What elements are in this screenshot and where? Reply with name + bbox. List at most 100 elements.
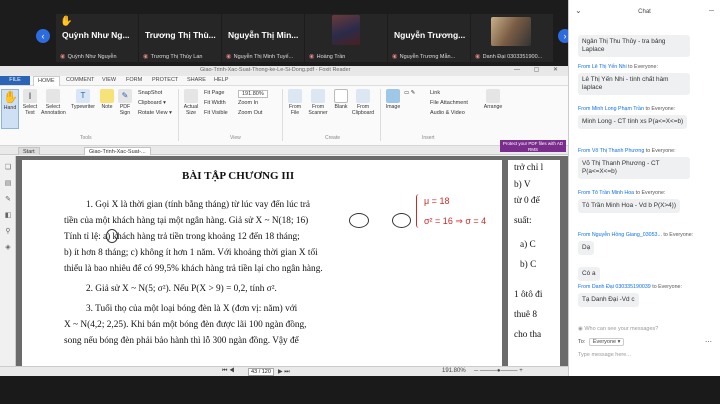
ink-circle: [349, 213, 369, 228]
participant-tile[interactable]: Danh Đại 0303351900...: [471, 14, 553, 62]
menu-form[interactable]: FORM: [126, 77, 142, 83]
text-line: b) ít hơn 8 tháng; c) không ít hơn 1 năm…: [64, 248, 318, 258]
blank-button[interactable]: Blank: [332, 89, 350, 110]
file-icon: [288, 89, 302, 103]
select-annotation-button[interactable]: Select Annotation: [41, 89, 66, 116]
fit-page-button[interactable]: Fit Page: [204, 90, 224, 96]
page-number-input[interactable]: 43 / 120: [248, 368, 274, 376]
chat-message-input[interactable]: Type message here...: [578, 352, 631, 358]
tab-document[interactable]: Giao-Trinh-Xac-Suat-...: [84, 147, 151, 155]
participant-tile[interactable]: Nguyễn Thị Min... Nguyễn Thị Minh Tuyế..…: [222, 14, 304, 62]
recipient-select[interactable]: Everyone ▾: [588, 338, 625, 346]
blank-label: Blank: [334, 104, 348, 110]
chat-message: From Minh Long Phạm Trần to Everyone: Mi…: [578, 106, 708, 129]
chat-message: From Danh Đại 03033519003​9 to Everyone:…: [578, 284, 708, 307]
menu-file[interactable]: FILE: [0, 76, 30, 85]
zoom-in-button[interactable]: Zoom In: [238, 100, 258, 106]
who-can-see-label: Who can see your messages?: [584, 326, 659, 332]
text-line: 1 ôtô đi: [514, 290, 543, 300]
fit-width-button[interactable]: Fit Width: [204, 100, 226, 106]
recipient-row: To: Everyone ▾: [578, 338, 625, 346]
status-zoom[interactable]: 191.80%: [442, 368, 466, 374]
ink-circle: [392, 213, 411, 228]
menu-share[interactable]: SHARE: [187, 77, 206, 83]
group-insert-label: Insert: [422, 135, 435, 141]
clipboard-button[interactable]: Clipboard ▾: [138, 100, 166, 106]
typewriter-button[interactable]: T Typewriter: [70, 89, 96, 110]
menu-protect[interactable]: PROTECT: [152, 77, 178, 83]
fit-visible-button[interactable]: Fit Visible: [204, 110, 228, 116]
window-controls[interactable]: — ▢ ✕: [514, 66, 564, 73]
layers-icon[interactable]: ◧: [4, 212, 12, 220]
from-file-label: From File: [288, 104, 302, 116]
group-create-label: Create: [325, 135, 341, 141]
file-attachment-button[interactable]: File Attachment: [430, 100, 468, 106]
signature-icon[interactable]: ◈: [4, 244, 12, 252]
status-bar: ⏮ ◀ 43 / 120 ▶ ⏭ 191.80% ─ ────●──── +: [0, 366, 568, 376]
ink-annotation: σ² = 16 ⇒ σ = 4: [424, 216, 487, 226]
participant-strip: ‹ ✋ Quỳnh Như Ng... Quỳnh Như Nguyễn Trư…: [0, 0, 572, 66]
chat-popout-icon[interactable]: ⌄: [575, 6, 582, 15]
link-button[interactable]: Link: [430, 90, 440, 96]
recipient: to Everyone:: [628, 64, 658, 70]
participant-tile[interactable]: Hoàng Trần: [305, 14, 387, 62]
text-line: thiểu là bao nhiêu để có 99,5% khách hàn…: [64, 264, 323, 274]
menu-help[interactable]: HELP: [214, 77, 228, 83]
image-button[interactable]: Image: [384, 89, 402, 110]
chat-message: From Lê Thị Yến Nhi to Everyone: Lê Thị …: [578, 64, 708, 95]
image-label: Image: [385, 104, 401, 110]
insert-icons: ▭ ✎: [404, 90, 416, 96]
prev-page-arrow-icon[interactable]: ‹: [36, 29, 50, 43]
audio-video-button[interactable]: Audio & Video: [430, 110, 465, 116]
zoom-select[interactable]: 191.80%: [238, 90, 268, 98]
arrange-button[interactable]: Arrange: [482, 89, 504, 110]
clipboard-icon: [356, 89, 370, 103]
actual-size-button[interactable]: Actual Size: [182, 89, 200, 116]
hand-tool-button[interactable]: ✋ Hand: [1, 89, 19, 129]
from-file-button[interactable]: From File: [286, 89, 304, 116]
bookmark-icon[interactable]: ❏: [4, 164, 12, 172]
message-sender: From Nguyễn Hồng Giang_03053... to Every…: [578, 232, 708, 238]
from-clipboard-label: From Clipboard: [351, 104, 375, 116]
participant-tile[interactable]: Trương Thị Thù... Trương Thị Thùy Lan: [139, 14, 221, 62]
from-scanner-button[interactable]: From Scanner: [306, 89, 330, 116]
menu-view[interactable]: VIEW: [102, 77, 116, 83]
participant-name: Quỳnh Như Ng...: [62, 30, 130, 40]
from-clipboard-button[interactable]: From Clipboard: [350, 89, 376, 116]
text-line: từ 0 đế: [514, 196, 540, 206]
pages-icon[interactable]: ▤: [4, 180, 12, 188]
attachment-icon[interactable]: ⚲: [4, 228, 12, 236]
meeting-controls-bar: [0, 376, 720, 404]
pen-icon: ✎: [118, 89, 132, 103]
note-button[interactable]: Note: [98, 89, 116, 110]
participant-tile[interactable]: ✋ Quỳnh Như Ng... Quỳnh Như Nguyễn: [56, 14, 138, 62]
minimize-icon[interactable]: ─: [709, 8, 714, 15]
typewriter-icon: T: [76, 89, 90, 103]
chat-message: Ngân Thị Thu Thủy - tra bảng Laplace: [578, 32, 708, 57]
page-heading: BÀI TẬP CHƯƠNG III: [182, 170, 295, 182]
snapshot-button[interactable]: SnapShot: [138, 90, 162, 96]
who-can-see-link[interactable]: ◉ Who can see your messages?: [578, 326, 658, 332]
typewriter-label: Typewriter: [71, 104, 95, 110]
participant-tile[interactable]: Nguyễn Trương... Nguyễn Trương Mẫn...: [388, 14, 470, 62]
rotate-view-button[interactable]: Rotate View ▾: [138, 110, 172, 116]
zoom-out-button[interactable]: Zoom Out: [238, 110, 262, 116]
page-nav-forward[interactable]: ▶ ⏭: [278, 368, 290, 376]
pdf-sign-button[interactable]: ✎ PDF Sign: [116, 89, 134, 116]
zoom-slider[interactable]: ─ ────●──── +: [474, 368, 523, 374]
window-title: Giao-Trinh-Xac-Suat-Thong-ke-Le-Si-Dong.…: [200, 67, 351, 73]
hand-label: Hand: [3, 105, 17, 111]
text-cursor-icon: I: [23, 89, 37, 103]
protect-pdf-banner[interactable]: Protect your PDF files with AD RMS: [500, 140, 566, 152]
tab-start[interactable]: Start: [18, 147, 40, 155]
comments-icon[interactable]: ✎: [4, 196, 12, 204]
menu-home[interactable]: HOME: [33, 76, 60, 86]
page-nav-controls[interactable]: ⏮ ◀: [222, 368, 234, 375]
select-text-button[interactable]: I Select Text: [21, 89, 39, 116]
menu-comment[interactable]: COMMENT: [66, 77, 94, 83]
sender-name: From Lê Thị Yến Nhi: [578, 64, 627, 70]
page-icon: [184, 89, 198, 103]
more-options-icon[interactable]: ⋯: [705, 338, 712, 346]
recipient: to Everyone:: [635, 190, 666, 196]
document-tabs: Start Giao-Trinh-Xac-Suat-...: [0, 146, 568, 155]
